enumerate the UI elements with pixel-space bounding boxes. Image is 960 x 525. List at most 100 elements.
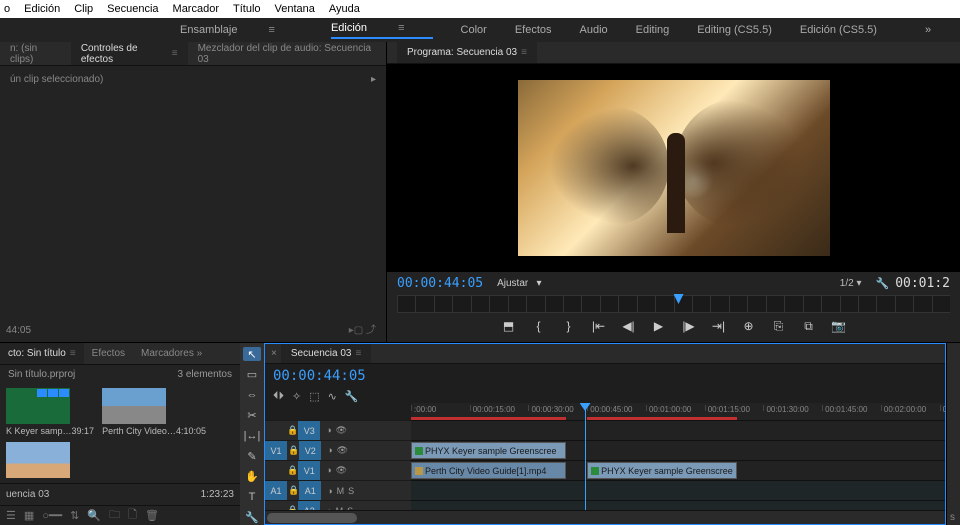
trash-icon[interactable]: 🗑 [145,509,159,522]
nest-toggle-icon[interactable]: ⏴⏵ [273,390,284,403]
zoom-slider[interactable]: ○━━ [42,509,62,522]
no-clip-text: ún clip seleccionado) [10,74,103,85]
workspace-tab[interactable]: Ensamblaje ≡ [180,24,303,36]
new-item-icon[interactable]: 🗋 [128,506,137,525]
timeline-close[interactable]: × [271,348,277,359]
timeline-playhead[interactable] [585,403,586,510]
linked-selection-icon[interactable]: ⬚ [309,390,319,403]
workspace-tab[interactable]: Audio [580,24,608,36]
mark-in-button[interactable]: { [531,319,547,334]
sequence-name[interactable]: uencia 03 [6,489,49,500]
menu-item[interactable]: Edición [24,3,60,15]
zoom-tool[interactable]: 🔧 [243,511,261,525]
workspace-tab-active[interactable]: Edición ≡ [331,22,433,39]
menu-item[interactable]: Clip [74,3,93,15]
panel-footer-icons[interactable]: ▸▢ ⤴ [349,321,376,336]
bin-item[interactable] [6,442,70,478]
markers-icon[interactable]: ∿ [328,390,337,403]
play-button[interactable]: ▶ [651,319,667,334]
track-v1[interactable]: Perth City Video Guide[1].mp4 PHYX Keyer… [411,461,945,481]
timeline-ruler[interactable]: :00:00 00:00:15:00 00:00:30:00 00:00:45:… [411,403,945,421]
icon-view-icon[interactable]: ▦ [24,509,34,522]
timeline-tab[interactable]: Secuencia 03 ≡ [281,344,371,363]
workspace-tab[interactable]: Edición (CS5.5) [800,24,877,36]
tab-effect-controls[interactable]: Controles de efectos ≡ [71,42,188,65]
audio-meters-collapsed[interactable]: s [946,343,960,525]
track-select-tool[interactable]: ▭ [243,367,261,381]
app-menu-bar: o Edición Clip Secuencia Marcador Título… [0,0,960,18]
timeline-clip[interactable]: Perth City Video Guide[1].mp4 [411,462,566,479]
track-header-a2[interactable]: 🔒A2◑MS [265,501,411,510]
track-a2[interactable] [411,501,945,510]
timeline-clip[interactable]: PHYX Keyer sample Greenscree [411,442,566,459]
sort-icon[interactable]: ⇅ [70,509,79,522]
menu-item[interactable]: o [4,3,10,15]
hamburger-icon[interactable]: ≡ [398,22,404,34]
chevron-right-icon[interactable]: ▸ [371,74,376,85]
timeline-clip[interactable]: PHYX Keyer sample Greenscree [587,462,737,479]
timeline-track-area[interactable]: :00:00 00:00:15:00 00:00:30:00 00:00:45:… [411,403,945,510]
tab-effects[interactable]: Efectos [84,343,133,364]
track-header-v1[interactable]: 🔒V1◑👁 [265,461,411,481]
ripple-edit-tool[interactable]: ⇔ [243,388,261,402]
workspace-tab[interactable]: Color [461,24,487,36]
track-header-v2[interactable]: V1🔒V2◑👁 [265,441,411,461]
workspace-overflow[interactable]: » [925,24,931,36]
workspace-tab[interactable]: Editing [636,24,670,36]
timeline-horizontal-scrollbar[interactable] [265,510,945,524]
menu-item[interactable]: Marcador [173,3,219,15]
add-marker-button[interactable]: ⬒ [501,319,517,334]
camera-icon[interactable]: 📷 [831,319,847,334]
tab-source[interactable]: n: (sin clips) [0,42,71,65]
extract-button[interactable]: ⎘ [771,319,787,334]
find-icon[interactable]: 🔍 [87,509,101,522]
snap-icon[interactable]: ✧ [292,390,301,403]
track-v2[interactable]: PHYX Keyer sample Greenscree [411,441,945,461]
program-viewport[interactable] [387,64,960,272]
tab-markers[interactable]: Marcadores » [133,343,210,364]
hamburger-icon[interactable]: ≡ [172,48,178,59]
lift-button[interactable]: ⊕ [741,319,757,334]
go-to-in-button[interactable]: |⇤ [591,319,607,334]
go-to-out-button[interactable]: ⇥| [711,319,727,334]
tab-project[interactable]: cto: Sin título ≡ [0,343,84,364]
menu-item[interactable]: Ayuda [329,3,360,15]
track-header-a1[interactable]: A1🔒A1◑MS [265,481,411,501]
razor-tool[interactable]: ✂ [243,408,261,422]
selection-tool[interactable]: ↖ [243,347,261,361]
zoom-fit-dropdown[interactable]: Ajustar ▾ [497,278,541,289]
hamburger-icon[interactable]: ≡ [269,24,275,36]
bin-item[interactable]: K Keyer samp…39:17 [6,388,94,436]
hand-tool[interactable]: ✋ [243,470,261,484]
menu-item[interactable]: Ventana [275,3,315,15]
slip-tool[interactable]: |↔| [243,429,261,443]
pen-tool[interactable]: ✎ [243,449,261,463]
step-back-button[interactable]: ◀| [621,319,637,334]
export-frame-button[interactable]: ⧉ [801,319,817,334]
scrollbar-thumb[interactable] [267,513,357,523]
type-tool[interactable]: T [243,490,261,504]
step-forward-button[interactable]: |▶ [681,319,697,334]
workspace-tab[interactable]: Efectos [515,24,552,36]
list-view-icon[interactable]: ☰ [6,509,16,522]
settings-icon[interactable]: 🔧 [345,390,359,403]
workspace-tab[interactable]: Editing (CS5.5) [697,24,772,36]
resolution-dropdown[interactable]: 1/2 ▾ [840,278,862,289]
program-time-ruler[interactable] [397,295,950,313]
timeline-timecode[interactable]: 00:00:44:05 [273,368,366,384]
track-a1[interactable] [411,481,945,501]
track-v3[interactable] [411,421,945,441]
hamburger-icon[interactable]: ≡ [521,47,527,58]
track-header-v3[interactable]: 🔒V3◑👁 [265,421,411,441]
settings-icon[interactable]: 🔧 [876,277,890,290]
new-bin-icon[interactable]: 🗀 [109,506,120,525]
clip-thumbnail [6,388,70,424]
program-tab[interactable]: Programa: Secuencia 03 ≡ [397,42,537,63]
mark-out-button[interactable]: } [561,319,577,334]
bin-item[interactable]: Perth City Video…4:10:05 [102,388,206,436]
panel-timecode[interactable]: 44:05 [6,325,31,336]
menu-item[interactable]: Título [233,3,261,15]
menu-item[interactable]: Secuencia [107,3,158,15]
tab-audio-mixer[interactable]: Mezclador del clip de audio: Secuencia 0… [188,42,386,65]
program-timecode-left[interactable]: 00:00:44:05 [397,276,483,291]
